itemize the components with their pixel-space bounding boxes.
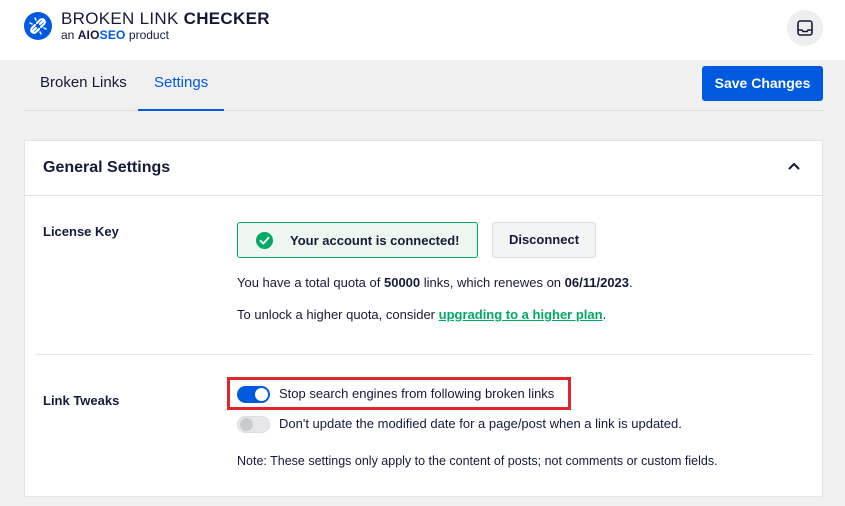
app-header: BROKEN LINK CHECKER an AIOSEO product — [0, 0, 845, 60]
license-key-label: License Key — [43, 224, 119, 239]
broken-link-logo-icon — [24, 12, 52, 40]
modified-date-option-label: Don't update the modified date for a pag… — [279, 416, 682, 431]
brand-tagline: an AIOSEO product — [61, 28, 169, 42]
quota-suffix: . — [629, 275, 633, 290]
quota-value: 50000 — [383, 275, 421, 290]
save-changes-button[interactable]: Save Changes — [702, 66, 823, 101]
brand-name-part1: BROKEN LINK — [61, 9, 184, 28]
account-connected-status: Your account is connected! — [237, 222, 478, 258]
panel-title: General Settings — [43, 159, 171, 176]
nofollow-option-label: Stop search engines from following broke… — [279, 386, 555, 401]
upgrade-suffix: . — [602, 307, 607, 322]
section-divider — [36, 354, 813, 355]
tab-broken-links[interactable]: Broken Links — [24, 60, 143, 111]
check-circle-icon — [256, 232, 273, 249]
tagline-prefix: an — [61, 28, 78, 42]
aioseo-logo-seo: SEO — [99, 28, 126, 42]
tab-settings[interactable]: Settings — [138, 60, 224, 111]
brand-name: BROKEN LINK CHECKER — [61, 9, 270, 29]
upgrade-text: To unlock a higher quota, consider upgra… — [237, 307, 606, 322]
settings-note: Note: These settings only apply to the c… — [237, 454, 718, 468]
toggle-knob — [240, 418, 253, 431]
inbox-icon — [797, 20, 813, 36]
renew-date: 06/11/2023 — [564, 275, 630, 290]
inbox-button[interactable] — [787, 10, 823, 46]
quota-middle: links, which renewes on — [420, 275, 565, 290]
aioseo-logo-aio: AIO — [77, 28, 100, 42]
status-text: Your account is connected! — [290, 233, 460, 248]
upgrade-plan-link[interactable]: upgrading to a higher plan — [439, 307, 603, 322]
brand-name-part2: CHECKER — [183, 9, 270, 28]
nofollow-toggle[interactable] — [237, 386, 270, 403]
quota-text: You have a total quota of 50000 links, w… — [237, 275, 633, 290]
tagline-suffix: product — [125, 28, 169, 42]
link-tweaks-label: Link Tweaks — [43, 393, 120, 408]
general-settings-panel: General Settings License Key Your accoun… — [24, 140, 823, 497]
toggle-knob — [255, 388, 268, 401]
modified-date-toggle[interactable] — [237, 416, 270, 433]
aioseo-logo: AIOSEO — [78, 28, 126, 42]
panel-header-divider — [25, 195, 822, 196]
quota-prefix: You have a total quota of — [237, 275, 384, 290]
chevron-up-icon[interactable] — [787, 159, 801, 178]
disconnect-button[interactable]: Disconnect — [492, 222, 596, 258]
upgrade-prefix: To unlock a higher quota, consider — [237, 307, 439, 322]
